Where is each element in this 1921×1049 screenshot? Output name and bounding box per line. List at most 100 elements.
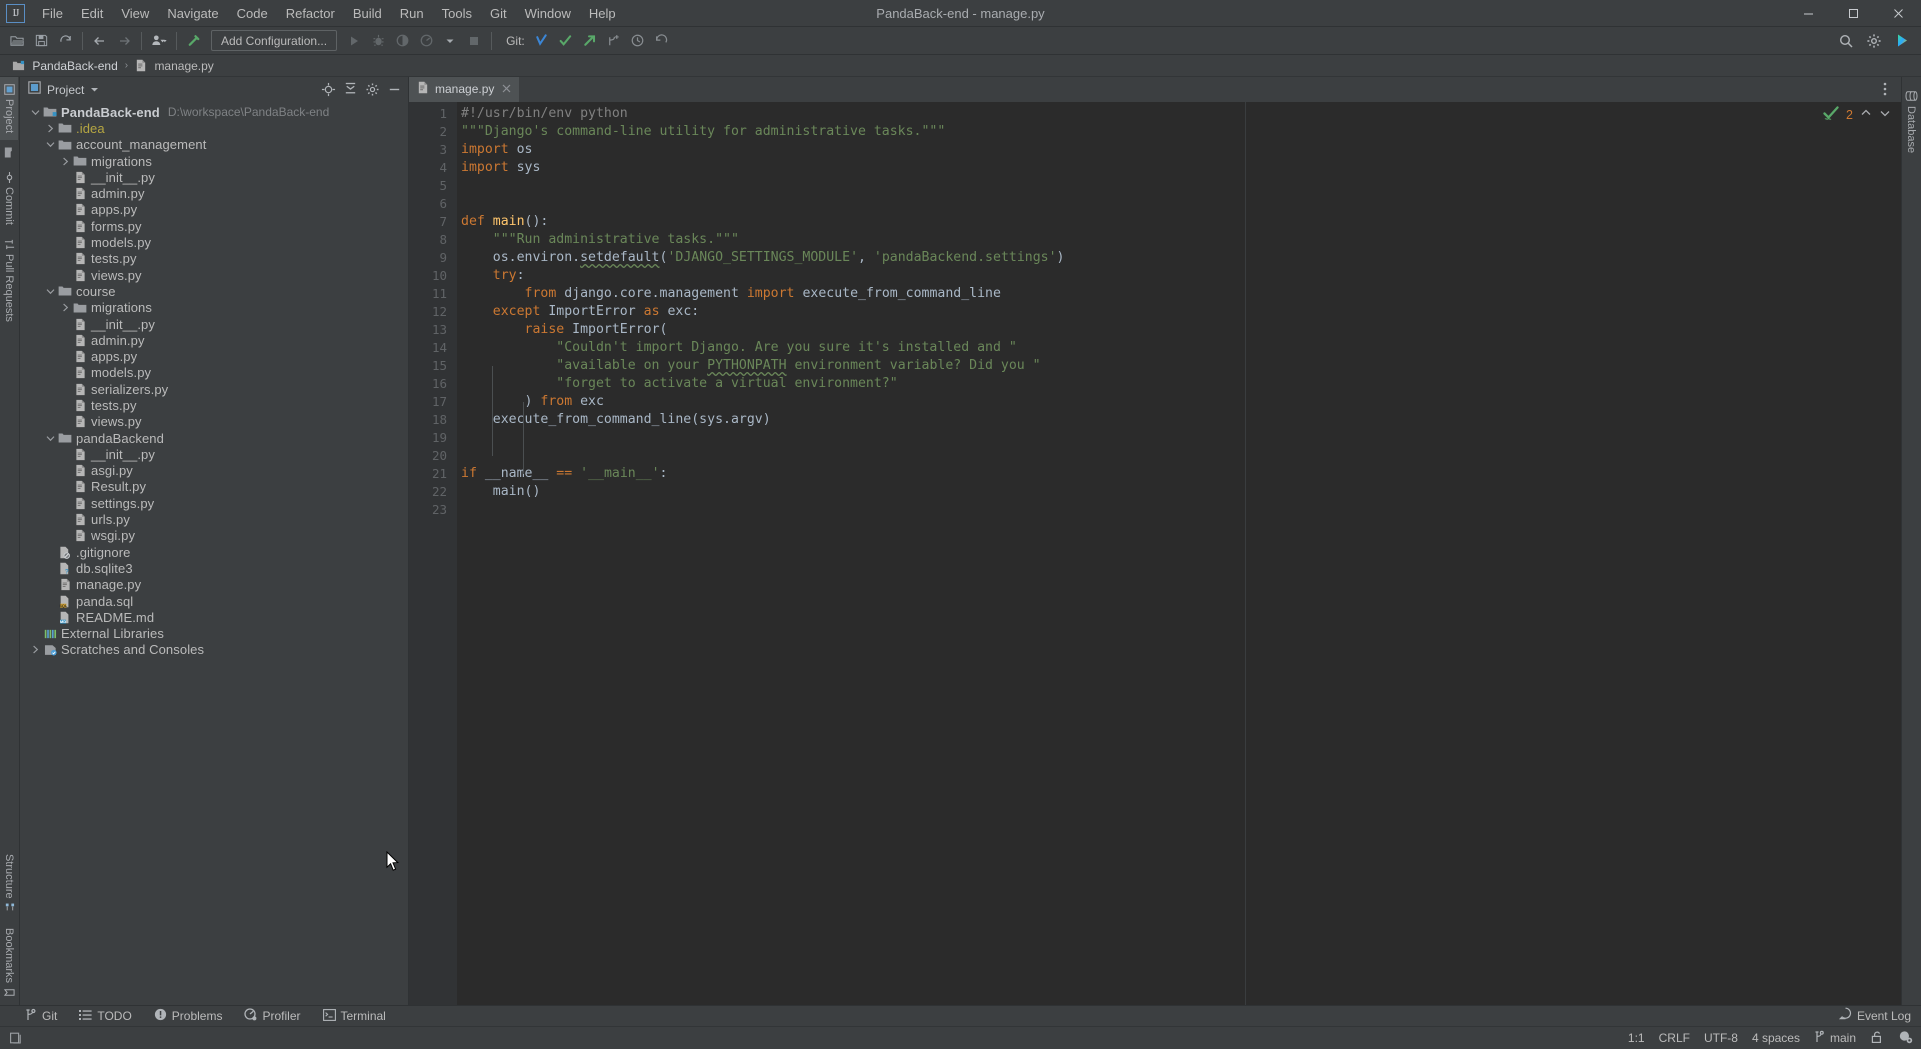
code-line[interactable] (461, 447, 1901, 465)
tree-node[interactable]: models.py (20, 365, 408, 381)
tree-node[interactable]: course (20, 283, 408, 299)
chevron-down-icon[interactable] (28, 108, 42, 117)
code-line[interactable]: from django.core.management import execu… (461, 285, 1901, 303)
tab-manage-py[interactable]: manage.py (409, 77, 520, 102)
code-line[interactable]: import os (461, 141, 1901, 159)
chevron-down-icon[interactable] (1879, 107, 1891, 122)
indent-setting[interactable]: 4 spaces (1752, 1031, 1800, 1045)
layout-toggle-icon[interactable] (6, 1028, 26, 1048)
tree-node[interactable]: apps.py (20, 202, 408, 218)
more-vertical-icon[interactable] (1875, 79, 1895, 99)
tree-node[interactable]: migrations (20, 300, 408, 316)
profile-button[interactable] (415, 30, 437, 52)
tree-node[interactable]: PandaBack-end D:\workspace\PandaBack-end (20, 104, 408, 120)
sidebar-item-commit[interactable]: Commit (0, 165, 18, 232)
tree-node[interactable]: .idea (20, 120, 408, 136)
tree-node[interactable]: __init__.py (20, 446, 408, 462)
code-line[interactable] (461, 195, 1901, 213)
tree-node[interactable]: ? db.sqlite3 (20, 560, 408, 576)
menu-item-window[interactable]: Window (516, 3, 580, 24)
git-update-project-button[interactable] (531, 30, 553, 52)
settings-button[interactable] (1863, 30, 1885, 52)
git-history-button[interactable] (627, 30, 649, 52)
minimize-button[interactable] (1786, 0, 1831, 27)
tree-node[interactable]: Scratches and Consoles (20, 642, 408, 658)
tree-node[interactable]: models.py (20, 234, 408, 250)
menu-item-code[interactable]: Code (228, 3, 277, 24)
menu-item-tools[interactable]: Tools (433, 3, 481, 24)
tool-button-todo[interactable]: TODO (76, 1008, 134, 1025)
open-project-button[interactable] (6, 30, 28, 52)
code-line[interactable] (461, 177, 1901, 195)
code-line[interactable]: import sys (461, 159, 1901, 177)
save-all-button[interactable] (30, 30, 52, 52)
menu-item-view[interactable]: View (112, 3, 158, 24)
code-line[interactable]: os.environ.setdefault('DJANGO_SETTINGS_M… (461, 249, 1901, 267)
editor-code[interactable]: #!/usr/bin/env python """Django's command… (457, 102, 1901, 519)
tree-node[interactable]: settings.py (20, 495, 408, 511)
code-line[interactable]: """Django's command-line utility for adm… (461, 123, 1901, 141)
chevron-down-icon[interactable] (43, 287, 57, 296)
tree-node[interactable]: SQL panda.sql (20, 593, 408, 609)
tree-node[interactable]: tests.py (20, 251, 408, 267)
editor-code-scroll[interactable]: #!/usr/bin/env python """Django's command… (457, 102, 1901, 1005)
ide-assistant-icon[interactable] (1891, 30, 1913, 52)
menu-item-git[interactable]: Git (481, 3, 516, 24)
code-line[interactable]: "forget to activate a virtual environmen… (461, 375, 1901, 393)
debug-button[interactable] (367, 30, 389, 52)
chevron-down-icon[interactable] (43, 434, 57, 443)
tool-button-profiler[interactable]: Profiler (241, 1007, 303, 1025)
sidebar-item-folder[interactable] (0, 140, 17, 165)
menu-item-file[interactable]: File (33, 3, 72, 24)
close-button[interactable] (1876, 0, 1921, 27)
chevron-up-icon[interactable] (1860, 107, 1872, 122)
tree-node[interactable]: Result.py (20, 479, 408, 495)
profile-selector-button[interactable] (148, 30, 170, 52)
tree-node[interactable]: asgi.py (20, 463, 408, 479)
tree-node[interactable]: admin.py (20, 185, 408, 201)
menu-item-refactor[interactable]: Refactor (277, 3, 344, 24)
tree-node[interactable]: tests.py (20, 397, 408, 413)
inspection-profile-icon[interactable] (1898, 1030, 1913, 1047)
file-encoding[interactable]: UTF-8 (1704, 1031, 1738, 1045)
tree-node[interactable]: forms.py (20, 218, 408, 234)
navigate-forward-button[interactable] (113, 30, 135, 52)
tree-node[interactable]: serializers.py (20, 381, 408, 397)
sidebar-item-pull-requests[interactable]: Pull Requests (0, 232, 18, 329)
breadcrumb-item-project[interactable]: PandaBack-end (8, 58, 122, 74)
tree-node[interactable]: account_management (20, 137, 408, 153)
tree-node[interactable]: views.py (20, 414, 408, 430)
sidebar-item-database[interactable]: Database (1902, 83, 1920, 160)
menu-item-run[interactable]: Run (391, 3, 433, 24)
tree-node[interactable]: .gitignore (20, 544, 408, 560)
sidebar-item-structure[interactable]: Structure (0, 847, 18, 921)
code-line[interactable]: #!/usr/bin/env python (461, 105, 1901, 123)
tree-node[interactable]: pandaBackend (20, 430, 408, 446)
tree-node[interactable]: admin.py (20, 332, 408, 348)
maximize-button[interactable] (1831, 0, 1876, 27)
tool-button-terminal[interactable]: Terminal (320, 1008, 389, 1025)
git-rollback-button[interactable] (651, 30, 673, 52)
tool-button-problems[interactable]: Problems (151, 1007, 226, 1025)
git-commit-button[interactable] (555, 30, 577, 52)
navigate-back-button[interactable] (89, 30, 111, 52)
code-line[interactable]: execute_from_command_line(sys.argv) (461, 411, 1901, 429)
tree-node[interactable]: urls.py (20, 511, 408, 527)
close-icon[interactable] (500, 81, 513, 96)
event-log-button[interactable]: Event Log (1838, 1007, 1911, 1025)
locate-target-icon[interactable] (318, 80, 338, 100)
code-line[interactable] (461, 429, 1901, 447)
collapse-all-icon[interactable] (340, 80, 360, 100)
code-line[interactable]: ) from exc (461, 393, 1901, 411)
unlock-icon[interactable] (1870, 1030, 1884, 1047)
tree-node[interactable]: MD README.md (20, 609, 408, 625)
code-line[interactable]: raise ImportError( (461, 321, 1901, 339)
code-line[interactable]: except ImportError as exc: (461, 303, 1901, 321)
chevron-right-icon[interactable] (43, 124, 57, 133)
menu-item-help[interactable]: Help (580, 3, 625, 24)
tree-node[interactable]: __init__.py (20, 169, 408, 185)
code-line[interactable] (461, 501, 1901, 519)
tool-button-git[interactable]: Git (22, 1007, 60, 1025)
run-configuration-selector[interactable]: Add Configuration... (211, 30, 338, 51)
editor-gutter[interactable]: 1 2 3 4 5 6 7 8 9 10 11 12 13 14 15 16 17 18 19 20 21 22 23 (409, 102, 467, 1005)
